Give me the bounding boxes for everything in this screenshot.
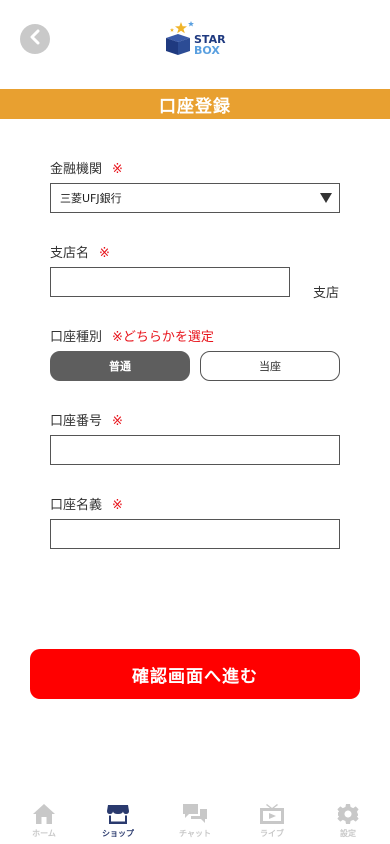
chat-icon bbox=[182, 803, 208, 825]
tab-shop-label: ショップ bbox=[102, 829, 134, 838]
home-icon bbox=[32, 803, 56, 825]
page-title: 口座登録 bbox=[159, 96, 231, 117]
account-type-label: 口座種別 ※どちらかを選定 bbox=[50, 330, 214, 345]
tab-shop[interactable]: ショップ bbox=[88, 803, 148, 839]
chevron-left-icon bbox=[28, 29, 42, 49]
tab-chat-label: チャット bbox=[179, 829, 211, 838]
tab-settings[interactable]: 設定 bbox=[318, 803, 378, 839]
required-mark: ※ bbox=[112, 162, 123, 177]
tab-home-label: ホーム bbox=[32, 829, 56, 838]
branch-label: 支店名 ※ bbox=[50, 246, 110, 261]
account-name-label: 口座名義 ※ bbox=[50, 498, 123, 513]
account-name-input[interactable] bbox=[50, 519, 340, 549]
dropdown-arrow-icon bbox=[320, 193, 332, 203]
confirm-button[interactable]: 確認画面へ進む bbox=[30, 649, 360, 699]
account-type-futsu-button[interactable]: 普通 bbox=[50, 351, 190, 381]
tab-settings-label: 設定 bbox=[340, 829, 356, 838]
branch-input[interactable] bbox=[50, 267, 290, 297]
logo-text-bottom: BOX bbox=[194, 44, 220, 57]
bank-select[interactable]: 三菱UFJ銀行 bbox=[50, 183, 340, 213]
branch-suffix: 支店 bbox=[313, 286, 340, 301]
live-icon bbox=[259, 803, 285, 825]
tab-chat[interactable]: チャット bbox=[165, 803, 225, 839]
bank-label: 金融機関 ※ bbox=[50, 162, 123, 177]
starbox-logo: STAR BOX bbox=[163, 18, 229, 58]
required-mark: ※ bbox=[99, 246, 110, 261]
account-number-label: 口座番号 ※ bbox=[50, 414, 123, 429]
bank-select-value: 三菱UFJ銀行 bbox=[60, 192, 122, 205]
bottom-tab-bar: ホーム ショップ チャット ライブ 設定 bbox=[0, 795, 390, 844]
page-title-bar: 口座登録 bbox=[0, 89, 390, 119]
shop-icon bbox=[106, 803, 130, 825]
tab-live-label: ライブ bbox=[260, 829, 284, 838]
required-mark: ※ bbox=[112, 414, 123, 429]
required-mark: ※ bbox=[112, 498, 123, 513]
gear-icon bbox=[337, 803, 359, 825]
account-type-note: ※どちらかを選定 bbox=[112, 330, 214, 345]
account-number-input[interactable] bbox=[50, 435, 340, 465]
tab-home[interactable]: ホーム bbox=[14, 803, 74, 839]
account-type-toza-button[interactable]: 当座 bbox=[200, 351, 340, 381]
tab-live[interactable]: ライブ bbox=[242, 803, 302, 839]
back-button[interactable] bbox=[20, 24, 50, 54]
